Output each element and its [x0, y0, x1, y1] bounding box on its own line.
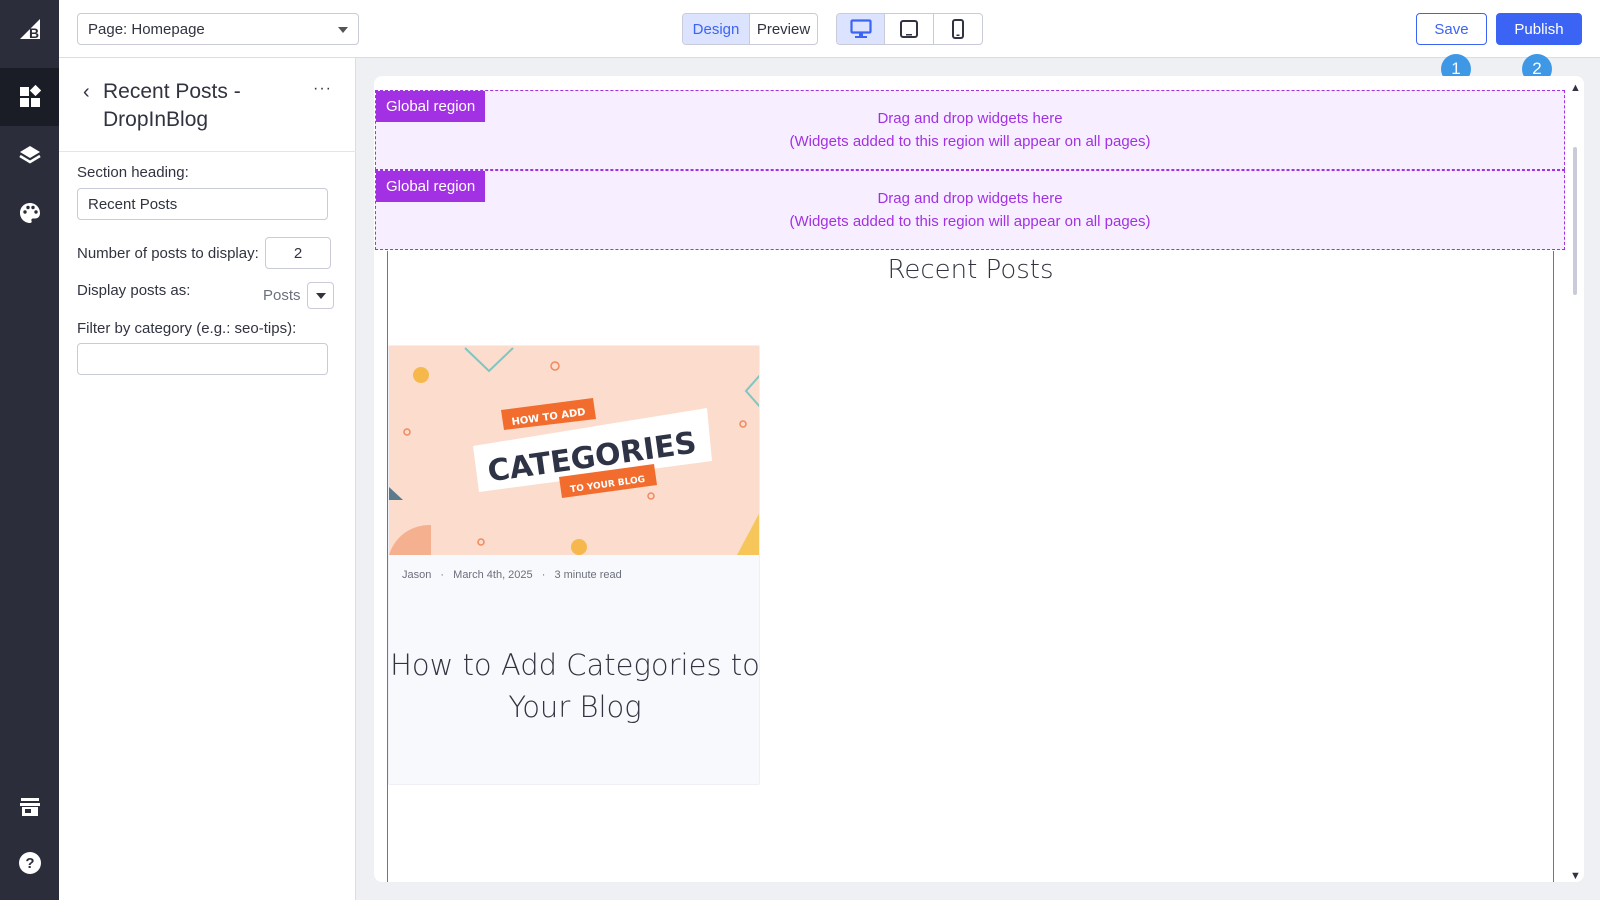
scroll-up-arrow-icon[interactable]: ▲ — [1570, 82, 1581, 94]
drop-hint: Drag and drop widgets here — [877, 110, 1063, 127]
tablet-view-button[interactable] — [885, 14, 934, 44]
brand-logo-icon: B — [19, 19, 40, 41]
back-chevron-icon[interactable]: ‹ — [83, 81, 90, 104]
display-as-value: Posts — [263, 287, 301, 304]
post-title[interactable]: How to Add Categories to Your Blog — [389, 644, 759, 728]
rail-item-widgets[interactable] — [0, 68, 59, 126]
global-region-2[interactable]: Global region Drag and drop widgets here… — [375, 170, 1565, 250]
num-posts-label: Number of posts to display: — [77, 245, 259, 262]
meta-separator: · — [541, 569, 546, 581]
drop-hint-note: (Widgets added to this region will appea… — [789, 213, 1151, 230]
meta-separator: · — [440, 569, 445, 581]
chevron-down-icon — [338, 27, 348, 33]
design-mode-button[interactable]: Design — [683, 14, 750, 44]
drop-hint-note: (Widgets added to this region will appea… — [789, 133, 1151, 150]
layers-icon — [18, 146, 41, 164]
widget-settings-panel: ‹ Recent Posts - DropInBlog ··· Section … — [59, 58, 356, 900]
page-select-label: Page: Homepage — [88, 20, 205, 38]
more-options-icon[interactable]: ··· — [313, 80, 332, 98]
post-author: Jason — [402, 569, 432, 581]
save-button[interactable]: Save — [1416, 13, 1487, 45]
panel-header: ‹ Recent Posts - DropInBlog ··· — [59, 58, 356, 152]
storefront-icon — [19, 798, 40, 816]
svg-text:?: ? — [25, 855, 34, 872]
post-thumbnail: HOW TO ADD CATEGORIES TO YOUR BLOG — [389, 346, 759, 555]
rail-item-theme-styles[interactable] — [0, 184, 59, 242]
rail-item-layers[interactable] — [0, 126, 59, 184]
brand-logo[interactable]: B — [0, 0, 59, 58]
display-as-label: Display posts as: — [77, 282, 191, 299]
canvas-scrollbar-thumb[interactable] — [1573, 147, 1577, 295]
recent-posts-widget[interactable]: Recent Posts HOW TO ADD CATEGORIES TO YO… — [387, 251, 1554, 882]
post-card[interactable]: HOW TO ADD CATEGORIES TO YOUR BLOG Jason… — [388, 345, 760, 785]
post-date: March 4th, 2025 — [453, 569, 533, 581]
drop-hint: Drag and drop widgets here — [877, 190, 1063, 207]
mode-toggle: Design Preview — [682, 13, 818, 45]
filter-category-input[interactable] — [77, 343, 328, 375]
help-icon: ? — [18, 852, 41, 874]
rail-item-help[interactable]: ? — [0, 834, 59, 892]
num-posts-input[interactable]: 2 — [265, 237, 331, 269]
recent-posts-heading: Recent Posts — [887, 255, 1054, 285]
global-region-message: Drag and drop widgets here (Widgets adde… — [376, 187, 1564, 233]
section-heading-label: Section heading: — [77, 164, 189, 181]
desktop-view-button[interactable] — [837, 14, 886, 44]
global-region-message: Drag and drop widgets here (Widgets adde… — [376, 107, 1564, 153]
page-canvas: Global region Drag and drop widgets here… — [374, 76, 1584, 882]
page-select[interactable]: Page: Homepage — [77, 13, 359, 45]
mobile-icon — [951, 19, 964, 39]
preview-mode-button[interactable]: Preview — [750, 14, 817, 44]
panel-title: Recent Posts - DropInBlog — [103, 80, 241, 131]
desktop-icon — [850, 19, 872, 38]
display-as-dropdown[interactable] — [307, 282, 334, 309]
tablet-icon — [900, 20, 919, 38]
left-rail: B ? — [0, 0, 59, 900]
scroll-down-arrow-icon[interactable]: ▼ — [1570, 870, 1581, 882]
top-bar: Page: Homepage Design Preview Save Publi… — [59, 0, 1600, 58]
publish-button[interactable]: Publish — [1496, 13, 1582, 45]
svg-text:B: B — [29, 25, 39, 41]
filter-category-label: Filter by category (e.g.: seo-tips): — [77, 320, 297, 337]
section-heading-input[interactable]: Recent Posts — [77, 188, 328, 220]
widgets-icon — [19, 85, 41, 107]
palette-icon — [19, 203, 40, 223]
rail-item-storefront[interactable] — [0, 778, 59, 836]
device-toggle — [836, 13, 983, 45]
post-read-time: 3 minute read — [554, 569, 622, 581]
mobile-view-button[interactable] — [934, 14, 982, 44]
global-region-1[interactable]: Global region Drag and drop widgets here… — [375, 90, 1565, 170]
post-meta: Jason · March 4th, 2025 · 3 minute read — [402, 569, 628, 581]
